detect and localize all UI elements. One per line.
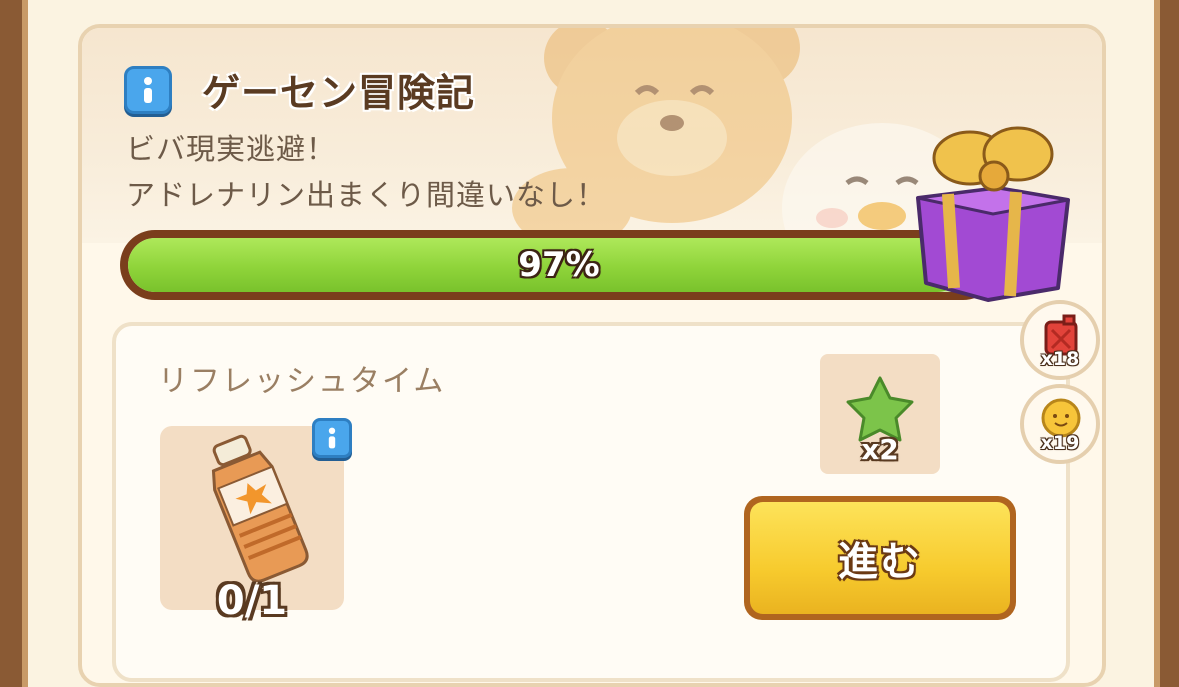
- info-icon: [328, 427, 336, 449]
- description-line-2: アドレナリン出まくり間違いなし！: [126, 178, 607, 212]
- fuel-count: x18: [1040, 348, 1080, 370]
- fuel-resource[interactable]: x18: [1020, 300, 1100, 380]
- go-button[interactable]: 進む: [744, 496, 1016, 620]
- task-panel: リフレッシュタイム 0/1 x2 進む: [112, 322, 1070, 682]
- item-info-button[interactable]: [312, 418, 352, 458]
- info-icon: [144, 77, 152, 103]
- event-progress-bar: 97%: [120, 230, 998, 300]
- progress-label: 97%: [518, 245, 600, 285]
- reward-slot[interactable]: x2: [820, 354, 940, 474]
- task-name: リフレッシュタイム: [158, 364, 446, 399]
- event-info-button[interactable]: [124, 66, 172, 114]
- go-button-label: 進む: [750, 502, 1010, 614]
- reward-count: x2: [861, 433, 899, 466]
- progress-track: 97%: [128, 238, 990, 292]
- description-line-1: ビバ現実逃避！: [126, 132, 337, 166]
- event-title: ゲーセン冒険記: [202, 71, 476, 115]
- sun-resource[interactable]: x19: [1020, 384, 1100, 464]
- required-item-count: 0/1: [216, 578, 288, 624]
- gift-box-icon[interactable]: [908, 118, 1078, 303]
- sun-count: x19: [1040, 432, 1080, 454]
- event-description: ビバ現実逃避！ アドレナリン出まくり間違いなし！: [126, 126, 606, 218]
- energy-drink-bottle-icon: [211, 434, 309, 582]
